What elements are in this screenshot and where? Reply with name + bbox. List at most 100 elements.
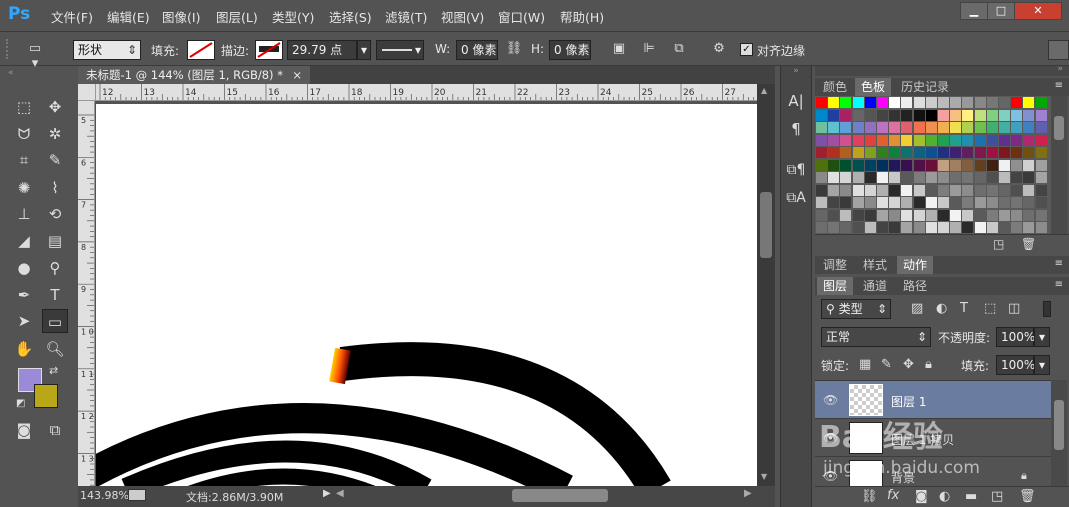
menu-window[interactable]: 窗口(W) (498, 7, 545, 26)
character-styles-icon[interactable]: ⧉A (785, 190, 807, 206)
swatch[interactable] (840, 147, 852, 158)
swatch[interactable] (852, 222, 864, 233)
swatch[interactable] (864, 209, 876, 221)
swatch[interactable] (877, 147, 888, 158)
swatch[interactable] (840, 109, 852, 121)
rectangle-tool-preset-icon[interactable]: ▭ ▾ (24, 41, 46, 71)
swatch[interactable] (852, 109, 864, 121)
swatch[interactable] (962, 147, 974, 158)
swatch[interactable] (816, 209, 827, 221)
path-operations-icon[interactable]: ▣ (608, 41, 630, 56)
swatch[interactable] (950, 172, 962, 183)
swatch[interactable] (986, 147, 998, 158)
swatch[interactable] (901, 172, 913, 183)
swatch[interactable] (974, 159, 986, 171)
zoom-tool-icon[interactable]: 🔍︎ (42, 337, 68, 361)
swatch[interactable] (938, 222, 949, 233)
swatch[interactable] (828, 197, 840, 208)
tab-swatches[interactable]: 色板 (855, 78, 892, 96)
chevron-down-icon[interactable]: ▾ (1034, 355, 1050, 375)
swatch[interactable] (925, 172, 937, 183)
swatch[interactable] (1035, 222, 1047, 233)
swatch[interactable] (974, 97, 986, 108)
horizontal-scroll-thumb[interactable] (512, 489, 608, 502)
maximize-button[interactable]: □ (987, 2, 1015, 20)
swatch[interactable] (913, 209, 925, 221)
layers-scroll-thumb[interactable] (1054, 400, 1064, 450)
quick-mask-icon[interactable]: ◙ (11, 418, 37, 442)
swatch[interactable] (816, 122, 827, 133)
fill-swatch[interactable] (187, 40, 215, 60)
canvas-area[interactable] (96, 101, 757, 486)
swatch[interactable] (1011, 209, 1023, 221)
swatch[interactable] (1023, 209, 1035, 221)
swatch[interactable] (974, 197, 986, 208)
swatch[interactable] (864, 222, 876, 233)
filter-shape-icon[interactable]: ⬚ (984, 301, 996, 316)
swatch[interactable] (889, 197, 901, 208)
collapse-dock-icon[interactable]: » (1057, 64, 1063, 74)
swatch[interactable] (999, 97, 1010, 108)
swatch[interactable] (938, 97, 949, 108)
history-brush-tool-icon[interactable]: ⟲ (42, 202, 68, 226)
menu-select[interactable]: 选择(S) (329, 7, 372, 26)
swatch[interactable] (864, 122, 876, 133)
swatch[interactable] (816, 222, 827, 233)
swatch[interactable] (925, 222, 937, 233)
swatch[interactable] (1011, 109, 1023, 121)
swatch[interactable] (852, 134, 864, 146)
swatch[interactable] (1011, 122, 1023, 133)
chevron-down-icon[interactable]: ▾ (357, 40, 371, 60)
swatch[interactable] (828, 147, 840, 158)
swatch[interactable] (925, 184, 937, 196)
tab-actions[interactable]: 动作 (897, 256, 934, 274)
fill-input[interactable]: 100% (996, 355, 1035, 375)
swatch[interactable] (913, 134, 925, 146)
menu-file[interactable]: 文件(F) (51, 7, 93, 26)
screen-mode-icon[interactable]: ⧉ (42, 418, 68, 442)
swatch[interactable] (877, 172, 888, 183)
swatch[interactable] (889, 184, 901, 196)
swatch[interactable] (938, 147, 949, 158)
trash-icon[interactable]: 🗑︎ (1019, 489, 1036, 504)
swatch[interactable] (999, 109, 1010, 121)
swatch[interactable] (877, 184, 888, 196)
stroke-swatch[interactable] (255, 40, 283, 60)
scroll-down-icon[interactable]: ▼ (761, 472, 767, 481)
swatch[interactable] (1035, 134, 1047, 146)
minimize-button[interactable]: ▁ (960, 2, 988, 20)
path-arrangement-icon[interactable]: ⧉ (668, 41, 690, 56)
swatch[interactable] (1035, 109, 1047, 121)
swatch[interactable] (864, 197, 876, 208)
swatch[interactable] (962, 159, 974, 171)
swatch[interactable] (828, 172, 840, 183)
tab-layers[interactable]: 图层 (817, 277, 854, 295)
swatch[interactable] (877, 209, 888, 221)
brush-tool-icon[interactable]: ⌇ (42, 176, 68, 200)
swatch[interactable] (1023, 159, 1035, 171)
swatch[interactable] (913, 184, 925, 196)
swatch[interactable] (950, 209, 962, 221)
swatch[interactable] (950, 197, 962, 208)
link-layers-icon[interactable]: ⛓ (861, 489, 878, 504)
swatch[interactable] (1035, 159, 1047, 171)
swatch[interactable] (986, 209, 998, 221)
swatch[interactable] (852, 209, 864, 221)
swatch[interactable] (950, 134, 962, 146)
filter-type-icon[interactable]: T (960, 301, 968, 316)
swatch[interactable] (913, 122, 925, 133)
swatch-grid[interactable] (815, 96, 1053, 234)
swatch[interactable] (1023, 134, 1035, 146)
swatch[interactable] (816, 184, 827, 196)
default-colors-icon[interactable]: ◩ (16, 398, 25, 409)
workspace-button[interactable] (1048, 40, 1069, 60)
swatch[interactable] (999, 159, 1010, 171)
vertical-ruler[interactable]: 567891 01 11 21 3 (78, 101, 95, 486)
swatch[interactable] (986, 184, 998, 196)
swatch[interactable] (889, 109, 901, 121)
swatch[interactable] (950, 109, 962, 121)
align-edges-checkbox[interactable]: ✓ (740, 43, 753, 56)
swatch[interactable] (974, 222, 986, 233)
vertical-scrollbar[interactable]: ▲ ▼ (757, 84, 775, 486)
swatch[interactable] (1011, 97, 1023, 108)
